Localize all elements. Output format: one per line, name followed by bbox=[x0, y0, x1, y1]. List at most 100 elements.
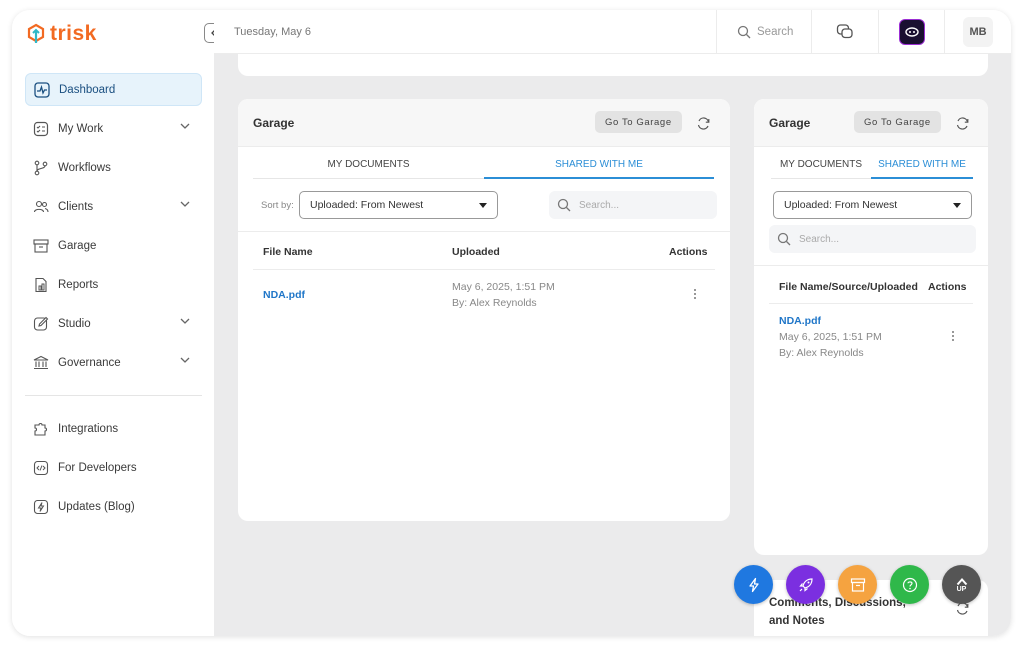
scroll-up-label: UP bbox=[956, 585, 967, 593]
sidebar-item-label: For Developers bbox=[58, 461, 137, 474]
launch-button[interactable] bbox=[786, 565, 825, 604]
divider bbox=[238, 231, 730, 232]
file-link[interactable]: NDA.pdf bbox=[779, 315, 821, 327]
document-tabs: MY DOCUMENTS SHARED WITH ME bbox=[253, 147, 714, 179]
sidebar-item-label: Clients bbox=[58, 200, 94, 213]
current-date: Tuesday, May 6 bbox=[234, 26, 312, 38]
report-icon bbox=[33, 277, 49, 293]
document-search-input[interactable]: Search... bbox=[769, 225, 976, 253]
sidebar-item-label: Governance bbox=[58, 356, 121, 369]
app-logo-icon bbox=[898, 19, 925, 45]
users-icon bbox=[33, 199, 49, 215]
pulse-icon bbox=[34, 81, 50, 98]
chevron-down-icon[interactable] bbox=[180, 201, 190, 207]
archive-icon bbox=[850, 577, 865, 592]
help-button[interactable] bbox=[890, 565, 929, 604]
sort-select[interactable]: Uploaded: From Newest bbox=[299, 191, 498, 219]
card-header: Garage Go To Garage bbox=[238, 99, 730, 147]
column-header-actions: Actions bbox=[928, 281, 967, 293]
sidebar-item-governance[interactable]: Governance bbox=[25, 346, 202, 379]
more-actions-icon[interactable] bbox=[693, 289, 697, 299]
sidebar-item-workflows[interactable]: Workflows bbox=[25, 151, 202, 184]
app-switcher-button[interactable] bbox=[878, 10, 944, 54]
archive-icon bbox=[33, 238, 49, 254]
sidebar-item-label: Workflows bbox=[58, 161, 111, 174]
search-icon bbox=[737, 25, 751, 39]
sidebar-item-label: Updates (Blog) bbox=[58, 500, 135, 513]
sidebar-item-label: Integrations bbox=[58, 422, 119, 435]
chevron-down-icon[interactable] bbox=[180, 318, 190, 324]
sidebar-item-label: My Work bbox=[58, 122, 104, 135]
sidebar-divider bbox=[25, 395, 202, 396]
column-header-actions: Actions bbox=[669, 246, 708, 258]
go-to-garage-button[interactable]: Go To Garage bbox=[595, 111, 682, 133]
lightning-icon bbox=[748, 577, 759, 592]
sidebar-item-label: Garage bbox=[58, 239, 97, 252]
code-icon bbox=[33, 460, 49, 476]
column-header-uploaded: Uploaded bbox=[452, 246, 500, 258]
divider bbox=[754, 265, 988, 266]
sidebar-item-updates-blog[interactable]: Updates (Blog) bbox=[25, 490, 202, 523]
trisk-logo-icon bbox=[27, 23, 45, 43]
help-icon bbox=[902, 577, 917, 592]
app-window: trisk Dashboard My Work Workflows Client… bbox=[12, 10, 1011, 636]
card-title: Garage bbox=[769, 116, 811, 130]
puzzle-icon bbox=[33, 421, 49, 437]
sort-select[interactable]: Uploaded: From Newest bbox=[773, 191, 972, 219]
chevron-down-icon[interactable] bbox=[180, 357, 190, 363]
quick-action-button[interactable] bbox=[734, 565, 773, 604]
chevron-down-icon[interactable] bbox=[180, 123, 190, 129]
sidebar-item-label: Studio bbox=[58, 317, 91, 330]
column-header-file-name-source-uploaded: File Name/Source/Uploaded bbox=[779, 281, 918, 293]
tab-shared-with-me[interactable]: SHARED WITH ME bbox=[871, 147, 973, 179]
garage-widget-narrow: Garage Go To Garage MY DOCUMENTS SHARED … bbox=[754, 99, 988, 555]
sidebar-item-label: Reports bbox=[58, 278, 99, 291]
sidebar-item-clients[interactable]: Clients bbox=[25, 190, 202, 223]
refresh-icon[interactable] bbox=[954, 115, 970, 131]
sort-value: Uploaded: From Newest bbox=[784, 199, 898, 211]
upload-meta: May 6, 2025, 1:51 PM By: Alex Reynolds bbox=[779, 329, 882, 361]
document-search-input[interactable]: Search... bbox=[549, 191, 717, 219]
sort-label: Sort by: bbox=[261, 200, 294, 211]
lightning-icon bbox=[33, 499, 49, 515]
sidebar-nav: Dashboard My Work Workflows Clients Gara… bbox=[25, 73, 202, 529]
logo[interactable]: trisk bbox=[25, 22, 97, 46]
tab-my-documents[interactable]: MY DOCUMENTS bbox=[771, 147, 871, 179]
sidebar-item-integrations[interactable]: Integrations bbox=[25, 412, 202, 445]
uploaded-by: By: Alex Reynolds bbox=[779, 347, 864, 359]
document-tabs: MY DOCUMENTS SHARED WITH ME bbox=[771, 147, 973, 179]
sidebar: trisk Dashboard My Work Workflows Client… bbox=[12, 10, 214, 636]
upload-meta: May 6, 2025, 1:51 PM By: Alex Reynolds bbox=[452, 279, 555, 311]
card-title: Garage bbox=[253, 116, 295, 130]
sidebar-item-my-work[interactable]: My Work bbox=[25, 112, 202, 145]
divider bbox=[253, 269, 715, 270]
rocket-icon bbox=[798, 577, 813, 592]
sort-value: Uploaded: From Newest bbox=[310, 199, 424, 211]
caret-down-icon bbox=[953, 203, 961, 208]
user-menu[interactable]: MB bbox=[944, 10, 1011, 54]
refresh-icon[interactable] bbox=[695, 115, 711, 131]
upload-date: May 6, 2025, 1:51 PM bbox=[779, 331, 882, 343]
sidebar-item-studio[interactable]: Studio bbox=[25, 307, 202, 340]
sidebar-item-for-developers[interactable]: For Developers bbox=[25, 451, 202, 484]
sidebar-item-label: Dashboard bbox=[59, 83, 116, 96]
global-search[interactable]: Search bbox=[716, 10, 811, 54]
search-placeholder: Search... bbox=[579, 199, 620, 211]
tab-shared-with-me[interactable]: SHARED WITH ME bbox=[484, 147, 714, 179]
caret-down-icon bbox=[479, 203, 487, 208]
archive-button[interactable] bbox=[838, 565, 877, 604]
card-header: Garage Go To Garage bbox=[754, 99, 988, 147]
file-link[interactable]: NDA.pdf bbox=[263, 289, 305, 301]
sidebar-item-reports[interactable]: Reports bbox=[25, 268, 202, 301]
search-placeholder: Search bbox=[757, 26, 794, 38]
tab-my-documents[interactable]: MY DOCUMENTS bbox=[253, 147, 484, 179]
messages-button[interactable] bbox=[811, 10, 878, 54]
column-header-file-name: File Name bbox=[263, 246, 313, 258]
sidebar-item-garage[interactable]: Garage bbox=[25, 229, 202, 262]
more-actions-icon[interactable] bbox=[951, 331, 955, 341]
scroll-up-button[interactable]: UP bbox=[942, 565, 981, 604]
go-to-garage-button[interactable]: Go To Garage bbox=[854, 111, 941, 133]
workflow-icon bbox=[33, 160, 49, 176]
top-card bbox=[238, 54, 988, 76]
sidebar-item-dashboard[interactable]: Dashboard bbox=[25, 73, 202, 106]
